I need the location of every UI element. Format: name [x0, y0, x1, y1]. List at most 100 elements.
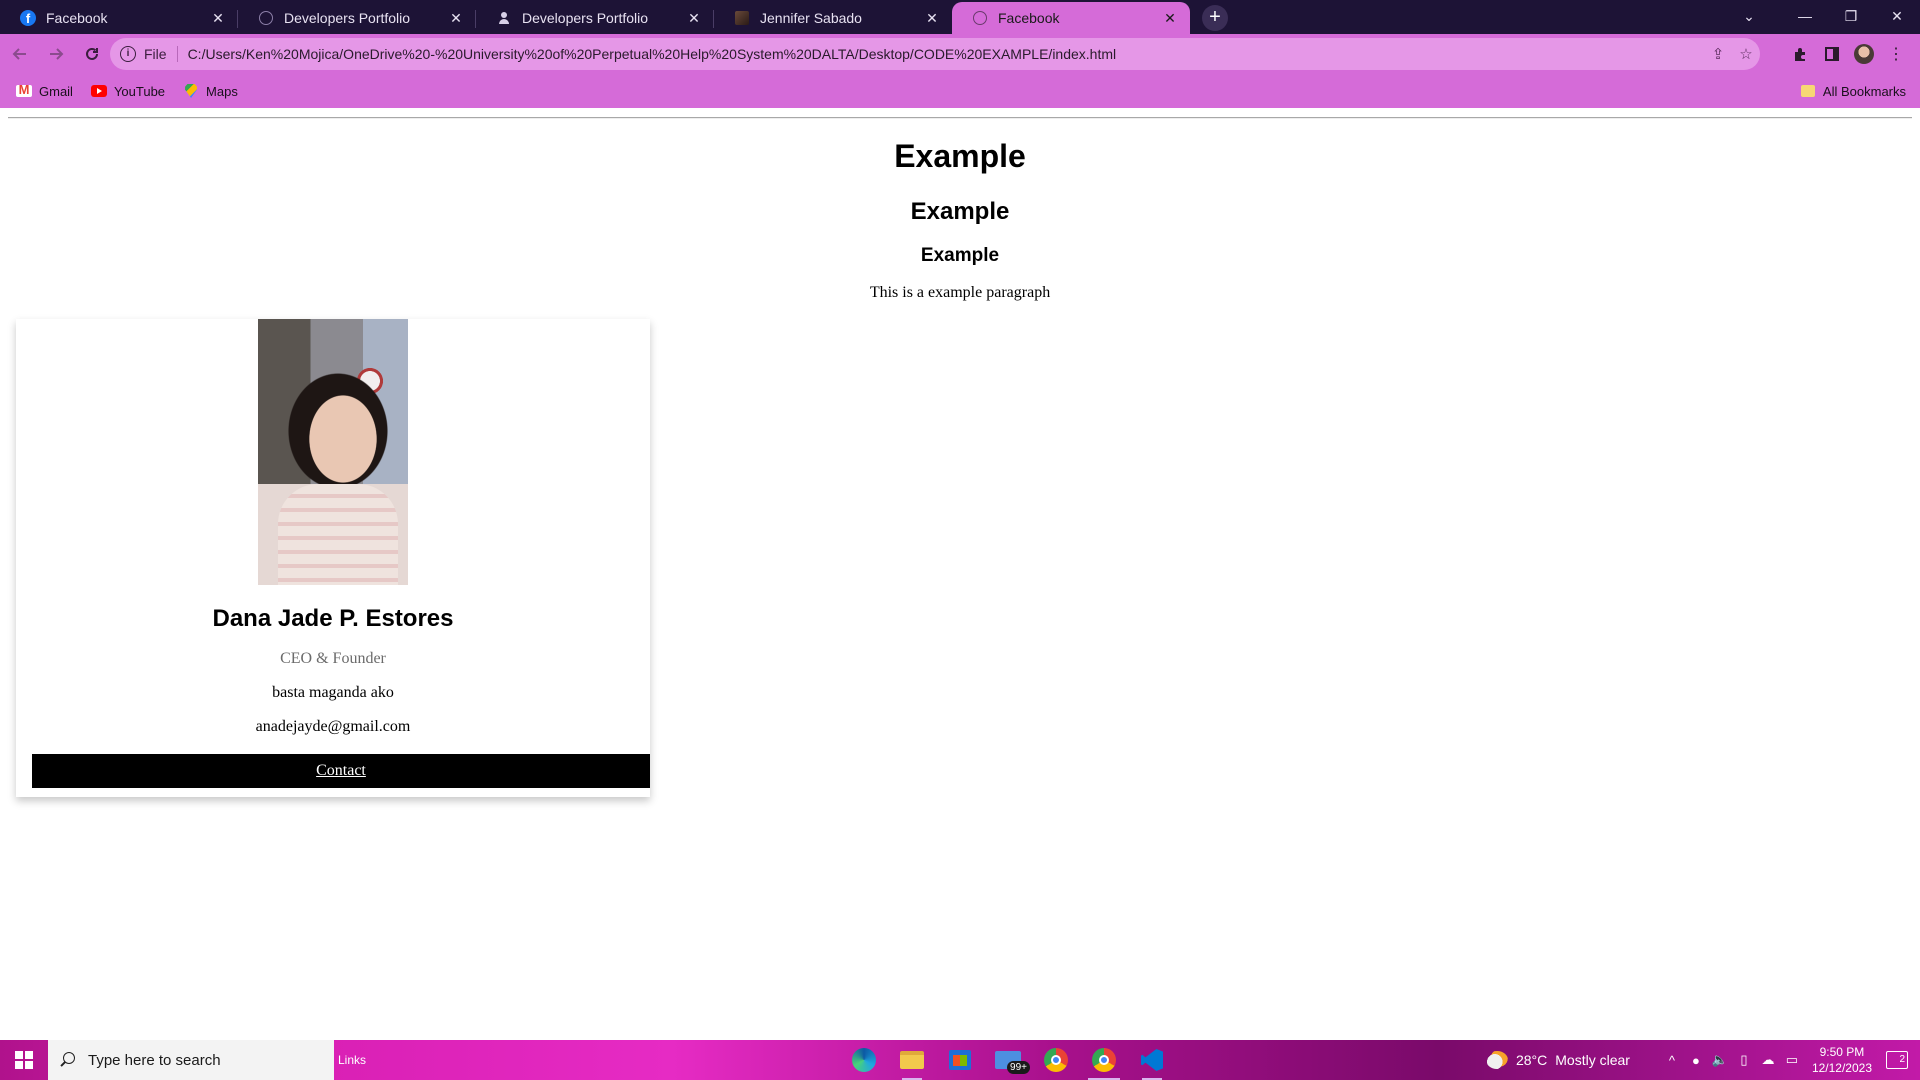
maps-icon	[183, 84, 199, 98]
forward-button[interactable]	[40, 38, 72, 70]
taskbar-search[interactable]: Type here to search	[48, 1040, 334, 1080]
notification-center-icon[interactable]: 2	[1886, 1051, 1908, 1069]
tab-title: Developers Portfolio	[284, 10, 411, 26]
network-icon[interactable]: ▭	[1782, 1052, 1802, 1068]
all-bookmarks-button[interactable]: All Bookmarks	[1800, 78, 1906, 104]
taskbar-mail[interactable]: 99+	[984, 1040, 1032, 1080]
taskbar-chrome[interactable]	[1032, 1040, 1080, 1080]
tab-developers-portfolio[interactable]: Developers Portfolio ✕	[238, 2, 476, 34]
bookmark-maps[interactable]: Maps	[181, 78, 240, 104]
bookmark-gmail[interactable]: Gmail	[14, 78, 75, 104]
chrome-icon	[1092, 1048, 1116, 1072]
tab-facebook-active[interactable]: Facebook ✕	[952, 2, 1190, 34]
tab-close-icon[interactable]: ✕	[1162, 10, 1178, 27]
store-icon	[949, 1050, 971, 1070]
weather-icon[interactable]	[1485, 1051, 1508, 1069]
youtube-icon	[90, 84, 107, 98]
taskbar-search-placeholder: Type here to search	[88, 1051, 221, 1069]
heading-1: Example	[894, 138, 1026, 174]
tab-close-icon[interactable]: ✕	[210, 10, 226, 27]
folder-icon	[1800, 85, 1815, 97]
file-explorer-icon	[900, 1051, 924, 1069]
close-window-button[interactable]: ✕	[1874, 0, 1920, 32]
info-icon[interactable]: i	[120, 46, 136, 62]
menu-icon[interactable]: ⋮	[1880, 38, 1912, 70]
example-paragraph: This is a example paragraph	[869, 284, 1051, 301]
extensions-icon[interactable]	[1784, 38, 1816, 70]
heading-2: Example	[910, 198, 1010, 225]
address-scheme: File	[144, 46, 178, 62]
chevron-up-icon[interactable]: ^	[1662, 1053, 1682, 1068]
tab-title: Facebook	[998, 10, 1060, 26]
tab-title: Jennifer Sabado	[760, 10, 862, 26]
taskbar-chrome-profile[interactable]	[1080, 1040, 1128, 1080]
photo-icon	[734, 10, 750, 26]
profile-bio: basta maganda ako	[272, 684, 394, 701]
arrow-right-icon	[50, 48, 64, 60]
system-tray: 28°C Mostly clear ^ ● 🔈 ▯ ☁ ▭ 9:50 PM 12…	[1485, 1040, 1920, 1080]
tab-facebook[interactable]: f Facebook ✕	[0, 2, 238, 34]
reload-icon	[86, 47, 98, 60]
start-button[interactable]	[0, 1040, 48, 1080]
browser-toolbar: i File C:/Users/Ken%20Mojica/OneDrive%20…	[0, 34, 1920, 74]
tab-title: Developers Portfolio	[522, 10, 649, 26]
clock-date: 12/12/2023	[1811, 1061, 1872, 1075]
profile-title: CEO & Founder	[280, 650, 386, 667]
profile-name: Dana Jade P. Estores	[212, 605, 454, 632]
bookmark-youtube[interactable]: YouTube	[89, 78, 167, 104]
weather-condition[interactable]: Mostly clear	[1555, 1052, 1630, 1068]
search-icon	[60, 1052, 76, 1068]
restore-button[interactable]: ❐	[1828, 0, 1874, 32]
tab-developers-portfolio-2[interactable]: Developers Portfolio ✕	[476, 2, 714, 34]
app-status-icon[interactable]: ●	[1686, 1053, 1706, 1068]
temperature[interactable]: 28°C	[1516, 1052, 1547, 1068]
mail-badge: 99+	[1007, 1061, 1030, 1074]
edge-icon	[852, 1048, 876, 1072]
globe-icon	[972, 10, 988, 26]
vscode-icon	[1141, 1049, 1163, 1071]
contact-button[interactable]: Contact	[32, 754, 650, 788]
profile-card: Dana Jade P. Estores CEO & Founder basta…	[16, 319, 650, 797]
share-icon[interactable]: ⇪	[1704, 45, 1732, 63]
tab-jennifer-sabado[interactable]: Jennifer Sabado ✕	[714, 2, 952, 34]
clock-time: 9:50 PM	[1819, 1045, 1865, 1059]
onedrive-icon[interactable]: ☁	[1758, 1052, 1778, 1068]
tab-search-icon[interactable]: ⌄	[1726, 0, 1772, 32]
globe-icon	[258, 10, 274, 26]
clock[interactable]: 9:50 PM 12/12/2023	[1812, 1044, 1872, 1076]
battery-icon[interactable]: ▯	[1734, 1052, 1754, 1068]
tab-close-icon[interactable]: ✕	[924, 10, 940, 27]
window-controls: — ❐ ✕	[1782, 0, 1920, 32]
tab-close-icon[interactable]: ✕	[448, 10, 464, 27]
windows-logo-icon	[15, 1051, 33, 1069]
side-panel-icon[interactable]	[1816, 38, 1848, 70]
gmail-icon	[16, 82, 32, 98]
profile-email: anadejayde@gmail.com	[255, 718, 411, 735]
tab-title: Facebook	[46, 10, 108, 26]
links-toolbar[interactable]: Links	[338, 1053, 366, 1067]
bookmark-label: Gmail	[39, 83, 73, 99]
minimize-button[interactable]: —	[1782, 0, 1828, 32]
new-tab-button[interactable]: +	[1202, 5, 1228, 31]
taskbar-apps: 99+	[840, 1040, 1176, 1080]
taskbar-store[interactable]	[936, 1040, 984, 1080]
address-bar[interactable]: i File C:/Users/Ken%20Mojica/OneDrive%20…	[110, 38, 1760, 70]
toolbar-right: ⋮	[1784, 38, 1912, 70]
tab-strip: f Facebook ✕ Developers Portfolio ✕ Deve…	[0, 0, 1920, 34]
tab-close-icon[interactable]: ✕	[686, 10, 702, 27]
page-content: Example Example Example This is a exampl…	[0, 108, 1920, 1040]
horizontal-rule	[8, 117, 1912, 119]
address-url[interactable]: C:/Users/Ken%20Mojica/OneDrive%20-%20Uni…	[188, 46, 1704, 62]
taskbar-file-explorer[interactable]	[888, 1040, 936, 1080]
profile-avatar[interactable]	[1854, 44, 1874, 64]
volume-icon[interactable]: 🔈	[1710, 1052, 1730, 1068]
taskbar-edge[interactable]	[840, 1040, 888, 1080]
windows-taskbar: Type here to search Links 99+ 28°C Mostl…	[0, 1040, 1920, 1080]
person-icon	[496, 10, 512, 26]
bookmark-label: Maps	[206, 83, 238, 99]
reload-button[interactable]	[76, 38, 108, 70]
heading-3: Example	[920, 245, 1000, 266]
taskbar-vscode[interactable]	[1128, 1040, 1176, 1080]
back-button[interactable]	[4, 38, 36, 70]
bookmark-star-icon[interactable]: ☆	[1732, 45, 1760, 63]
